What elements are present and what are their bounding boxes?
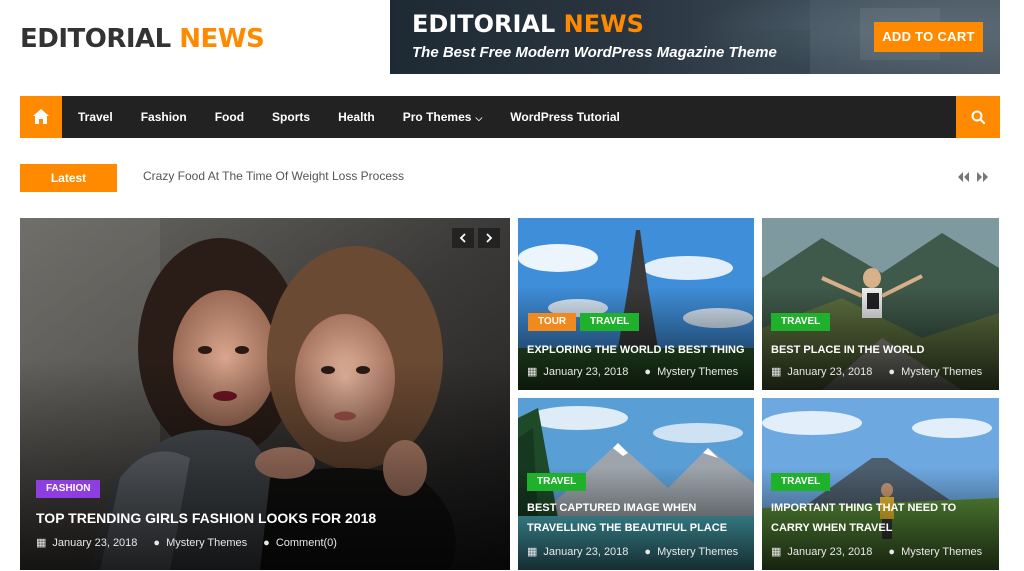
nav-home-button[interactable] — [20, 96, 62, 138]
post-comments[interactable]: Comment(0) — [276, 537, 337, 549]
search-icon — [971, 110, 986, 125]
nav-item-health[interactable]: Health — [338, 96, 375, 138]
featured-post-card[interactable]: TOUR TRAVEL EXPLORING THE WORLD IS BEST … — [518, 218, 754, 390]
post-author[interactable]: Mystery Themes — [657, 546, 738, 558]
post-meta: ▦ January 23, 2018 ● Mystery Themes ● Co… — [36, 536, 337, 550]
featured-post-card[interactable]: TRAVEL BEST PLACE IN THE WORLD ▦ January… — [762, 218, 999, 390]
category-tag-travel[interactable]: TRAVEL — [527, 473, 587, 491]
post-date: January 23, 2018 — [787, 365, 873, 378]
post-date: January 23, 2018 — [543, 365, 629, 378]
post-date: January 23, 2018 — [787, 545, 873, 558]
nav-item-fashion[interactable]: Fashion — [141, 96, 187, 138]
post-author[interactable]: Mystery Themes — [657, 366, 738, 378]
post-date: January 23, 2018 — [52, 536, 138, 549]
post-author[interactable]: Mystery Themes — [901, 366, 982, 378]
user-icon: ● — [153, 536, 161, 549]
banner-title: EDITORIAL NEWS — [412, 10, 644, 38]
header-ad-banner[interactable]: EDITORIAL NEWS The Best Free Modern Word… — [390, 0, 1000, 74]
nav-item-label: Pro Themes — [402, 110, 472, 124]
slider-prev-button[interactable] — [452, 228, 474, 248]
ticker-next-icon[interactable] — [975, 171, 989, 183]
nav-item-pro-themes[interactable]: Pro Themes ⌵ — [403, 96, 483, 138]
add-to-cart-button[interactable]: ADD TO CART — [874, 22, 983, 52]
chevron-right-icon — [486, 233, 493, 243]
logo-text-primary: EDITORIAL — [20, 24, 180, 54]
slider-next-button[interactable] — [478, 228, 500, 248]
user-icon: ● — [888, 365, 896, 378]
chevron-left-icon — [459, 233, 466, 243]
post-meta: ▦ January 23, 2018 ● Mystery Themes — [771, 365, 982, 379]
post-title[interactable]: BEST CAPTURED IMAGE WHEN TRAVELLING THE … — [527, 498, 747, 538]
main-navigation: Travel Fashion Food Sports Health Pro Th… — [20, 96, 1000, 138]
featured-main-post[interactable]: FASHION TOP TRENDING GIRLS FASHION LOOKS… — [20, 218, 510, 570]
nav-item-wordpress-tutorial[interactable]: WordPress Tutorial — [510, 96, 620, 138]
user-icon: ● — [888, 545, 896, 558]
post-title[interactable]: EXPLORING THE WORLD IS BEST THING — [527, 340, 747, 360]
featured-post-card[interactable]: TRAVEL BEST CAPTURED IMAGE WHEN TRAVELLI… — [518, 398, 754, 570]
post-author[interactable]: Mystery Themes — [166, 537, 247, 549]
calendar-icon: ▦ — [771, 366, 782, 378]
category-tag-tour[interactable]: TOUR — [528, 313, 577, 331]
post-meta: ▦ January 23, 2018 ● Mystery Themes — [527, 545, 738, 559]
chevron-down-icon: ⌵ — [475, 113, 483, 123]
category-tag-travel[interactable]: TRAVEL — [771, 473, 831, 491]
post-title[interactable]: TOP TRENDING GIRLS FASHION LOOKS FOR 201… — [36, 508, 496, 528]
user-icon: ● — [644, 545, 652, 558]
category-tag-travel[interactable]: TRAVEL — [771, 313, 831, 331]
nav-item-food[interactable]: Food — [215, 96, 244, 138]
post-date: January 23, 2018 — [543, 545, 629, 558]
latest-label: Latest — [20, 164, 117, 192]
post-meta: ▦ January 23, 2018 ● Mystery Themes — [527, 365, 738, 379]
post-author[interactable]: Mystery Themes — [901, 546, 982, 558]
category-tag-travel[interactable]: TRAVEL — [580, 313, 640, 331]
nav-item-sports[interactable]: Sports — [272, 96, 310, 138]
calendar-icon: ▦ — [771, 546, 782, 558]
banner-subtitle: The Best Free Modern WordPress Magazine … — [412, 44, 777, 61]
nav-item-travel[interactable]: Travel — [78, 96, 113, 138]
comment-icon: ● — [263, 536, 270, 549]
calendar-icon: ▦ — [527, 366, 538, 378]
ticker-headline[interactable]: Crazy Food At The Time Of Weight Loss Pr… — [143, 169, 404, 183]
featured-post-card[interactable]: TRAVEL IMPORTANT THING THAT NEED TO CARR… — [762, 398, 999, 570]
post-title[interactable]: BEST PLACE IN THE WORLD — [771, 340, 991, 360]
site-logo[interactable]: EDITORIAL NEWS — [20, 24, 265, 54]
calendar-icon: ▦ — [36, 537, 47, 549]
ticker-prev-icon[interactable] — [957, 171, 971, 183]
post-meta: ▦ January 23, 2018 ● Mystery Themes — [771, 545, 982, 559]
category-tag-fashion[interactable]: FASHION — [36, 480, 101, 498]
home-icon — [33, 109, 49, 124]
logo-text-accent: NEWS — [179, 24, 265, 54]
nav-search-button[interactable] — [956, 96, 1000, 138]
calendar-icon: ▦ — [527, 546, 538, 558]
post-title[interactable]: IMPORTANT THING THAT NEED TO CARRY WHEN … — [771, 498, 991, 538]
user-icon: ● — [644, 365, 652, 378]
